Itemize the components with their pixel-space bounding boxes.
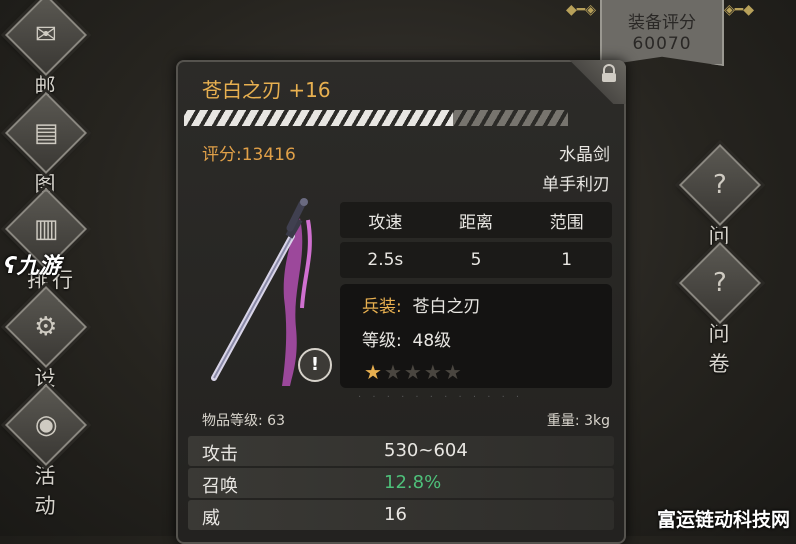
attribute-value: 16 <box>384 504 407 525</box>
logo-text: 九游 <box>16 254 61 279</box>
attribute-key: 威 <box>202 508 220 529</box>
stat-header-attack-speed: 攻速 <box>368 212 403 233</box>
book-icon: ▤ <box>33 117 59 148</box>
stat-value-attack-speed: 2.5s <box>367 250 404 270</box>
survey-button-2[interactable]: ? 问卷 <box>678 241 762 378</box>
weapon-info-box: 兵装: 苍白之刃 等级: 48级 ★★★★★ <box>340 284 612 388</box>
ranking-icon: ▥ <box>33 213 59 244</box>
level-line: 等级: 48级 <box>362 326 451 351</box>
attribute-row: 召唤 12.8% <box>188 468 614 498</box>
equipment-score-banner: 装备评分 60070 <box>600 0 724 66</box>
item-level: 物品等级: 63 <box>202 413 285 429</box>
banner-ornament-right-icon: ◈━◆ <box>724 2 754 18</box>
star-empty-icon: ★ <box>423 360 444 384</box>
equipment-score-value: 60070 <box>632 34 692 54</box>
stat-value-area: 1 <box>561 250 573 270</box>
combat-stat-table: 攻速 距离 范围 2.5s 5 1 <box>340 202 612 278</box>
stat-header-range: 距离 <box>459 212 493 233</box>
attribute-key: 攻击 <box>202 444 238 465</box>
watermark-logo: ʕ九游 <box>4 248 61 280</box>
question-icon: ? <box>713 170 727 200</box>
item-weight: 重量: 3kg <box>546 413 610 429</box>
watermark-site: 富运链动科技网 <box>656 509 790 531</box>
stat-header-area: 范围 <box>549 212 584 233</box>
weapon-label: 兵装: <box>362 297 402 317</box>
item-type-subclass: 单手利刃 <box>542 175 610 195</box>
attribute-value: 12.8% <box>384 472 442 493</box>
star-rating: ★★★★★ <box>364 360 464 384</box>
event-icon: ◉ <box>34 410 58 440</box>
item-name: 苍白之刃 +16 <box>202 78 331 102</box>
survey-label-2: 问卷 <box>708 322 744 376</box>
event-label: 活动 <box>34 464 70 518</box>
attribute-key: 召唤 <box>202 476 238 497</box>
level-label: 等级: <box>362 331 402 351</box>
enhance-progress-fill <box>184 110 453 126</box>
warning-icon[interactable]: ! <box>298 348 332 382</box>
mail-icon: ✉ <box>35 19 57 50</box>
logo-mark-icon: ʕ <box>4 254 17 279</box>
event-button[interactable]: ◉ 活动 <box>4 383 88 520</box>
question-icon: ? <box>713 268 727 298</box>
star-empty-icon: ★ <box>403 360 424 384</box>
lock-icon[interactable] <box>602 64 616 82</box>
stat-value-range: 5 <box>470 250 482 270</box>
stat-header-row: 攻速 距离 范围 <box>340 202 612 238</box>
attribute-value: 530~604 <box>384 440 468 461</box>
star-empty-icon: ★ <box>443 360 464 384</box>
weapon-value: 苍白之刃 <box>412 297 481 317</box>
star-empty-icon: ★ <box>383 360 404 384</box>
level-value: 48级 <box>412 331 452 351</box>
stat-value-row: 2.5s 5 1 <box>340 242 612 278</box>
enhance-progress-remaining <box>453 110 568 126</box>
banner-ornament-left-icon: ◆━◈ <box>566 2 596 18</box>
divider: · · · · · · · · · · · · <box>358 392 524 403</box>
equipment-score-label: 装备评分 <box>628 13 696 33</box>
attribute-row: 威 16 <box>188 500 614 530</box>
item-type: 水晶剑 单手利刃 <box>542 140 610 200</box>
item-type-class: 水晶剑 <box>559 145 610 165</box>
item-rating: 评分:13416 <box>202 145 296 165</box>
weapon-line: 兵装: 苍白之刃 <box>362 292 481 317</box>
gear-icon: ⚙ <box>34 312 58 342</box>
item-detail-panel: 苍白之刃 +16 评分:13416 水晶剑 单手利刃 ! 攻速 距离 范围 2.… <box>176 60 626 544</box>
star-filled-icon: ★ <box>364 360 384 384</box>
attribute-row: 攻击 530~604 <box>188 436 614 466</box>
